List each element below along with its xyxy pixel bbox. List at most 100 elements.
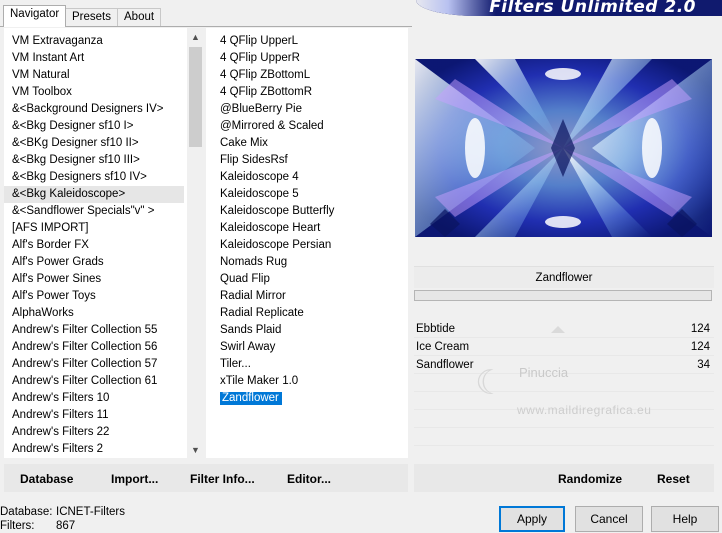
parameter-row-empty (414, 392, 714, 410)
filter-item[interactable]: Kaleidoscope Butterfly (206, 203, 406, 220)
filter-item[interactable]: 4 QFlip ZBottomL (206, 67, 406, 84)
category-item[interactable]: [AFS IMPORT] (4, 220, 184, 237)
category-item[interactable]: Alf's Power Toys (4, 288, 184, 305)
category-item[interactable]: AlphaWorks (4, 305, 184, 322)
apply-button[interactable]: Apply (499, 506, 565, 532)
filter-title: Zandflower (414, 266, 714, 288)
category-item[interactable]: &<Background Designers IV> (4, 101, 184, 118)
app-banner: Filters Unlimited 2.0 (416, 0, 722, 16)
parameter-row-empty (414, 410, 714, 428)
filter-item-label: xTile Maker 1.0 (220, 375, 299, 387)
filter-item-label: @BlueBerry Pie (220, 103, 302, 115)
filter-item-label: 4 QFlip ZBottomL (220, 69, 311, 81)
category-item[interactable]: &<Bkg Designers sf10 IV> (4, 169, 184, 186)
import-button[interactable]: Import... (111, 464, 158, 494)
action-bar-left: Database Import... Filter Info... Editor… (4, 464, 408, 492)
category-item[interactable]: Andrew's Filter Collection 61 (4, 373, 184, 390)
cancel-button[interactable]: Cancel (575, 506, 643, 532)
filter-item[interactable]: Nomads Rug (206, 254, 406, 271)
filter-item[interactable]: Swirl Away (206, 339, 406, 356)
tab-about[interactable]: About (117, 8, 162, 26)
app-title: Filters Unlimited 2.0 (489, 0, 696, 16)
category-item[interactable]: VM Toolbox (4, 84, 184, 101)
filter-item-label: Flip SidesRsf (220, 154, 288, 166)
scroll-up-icon[interactable]: ▲ (187, 28, 202, 45)
filter-item-label: Sands Plaid (220, 324, 282, 336)
filter-item[interactable]: Kaleidoscope Persian (206, 237, 406, 254)
filter-item[interactable]: 4 QFlip UpperR (206, 50, 406, 67)
category-item[interactable]: Andrew's Filter Collection 56 (4, 339, 184, 356)
category-item[interactable]: &<Bkg Designer sf10 III> (4, 152, 184, 169)
filter-item[interactable]: Kaleidoscope Heart (206, 220, 406, 237)
category-item[interactable]: VM Natural (4, 67, 184, 84)
filter-item-label: Kaleidoscope Heart (220, 222, 321, 234)
tab-presets[interactable]: Presets (65, 8, 118, 26)
category-item[interactable]: Alf's Power Sines (4, 271, 184, 288)
filter-list[interactable]: 4 QFlip UpperL 4 QFlip UpperR 4 QFlip ZBot… (206, 28, 408, 458)
filter-item[interactable]: Sands Plaid (206, 322, 406, 339)
filter-item[interactable]: Cake Mix (206, 135, 406, 152)
filter-item-label: Zandflower (220, 392, 282, 405)
category-item[interactable]: Andrew's Filters 22 (4, 424, 184, 441)
filter-item[interactable]: @Mirrored & Scaled (206, 118, 406, 135)
category-item[interactable]: &<BKg Designer sf10 II> (4, 135, 184, 152)
action-bar-right: Randomize Reset (414, 464, 714, 492)
editor-button[interactable]: Editor... (287, 464, 331, 494)
filter-item[interactable]: Radial Mirror (206, 288, 406, 305)
reset-button[interactable]: Reset (657, 464, 690, 494)
category-item[interactable]: Andrew's Filter Collection 57 (4, 356, 184, 373)
filter-item[interactable]: @BlueBerry Pie (206, 101, 406, 118)
footer-info: Database: ICNET-Filters Filters: 867 (0, 506, 125, 532)
category-list[interactable]: VM Extravaganza VM Instant Art VM Natural V… (4, 28, 202, 458)
parameter-name: Sandflower (416, 359, 474, 371)
filter-item-label: Tiler... (220, 358, 251, 370)
category-items: VM Extravaganza VM Instant Art VM Natural V… (4, 33, 184, 458)
help-button[interactable]: Help (651, 506, 719, 532)
parameter-row-empty (414, 374, 714, 392)
category-item[interactable]: Andrew's Filters 10 (4, 390, 184, 407)
filter-info-button[interactable]: Filter Info... (190, 464, 255, 494)
filter-item[interactable]: Radial Replicate (206, 305, 406, 322)
preview-image (415, 59, 712, 237)
filter-item-label: 4 QFlip UpperR (220, 52, 300, 64)
category-item[interactable]: &<Bkg Kaleidoscope> (4, 186, 184, 203)
parameter-row[interactable]: Ice Cream 124 (414, 338, 714, 356)
filter-item-label: Kaleidoscope Butterfly (220, 205, 335, 217)
scroll-thumb[interactable] (189, 47, 202, 147)
parameter-row[interactable]: Sandflower 34 (414, 356, 714, 374)
category-item[interactable]: VM Instant Art (4, 50, 184, 67)
parameter-row-empty (414, 428, 714, 446)
filter-item-label: @Mirrored & Scaled (220, 120, 324, 132)
filter-item[interactable]: 4 QFlip UpperL (206, 33, 406, 50)
randomize-button[interactable]: Randomize (558, 464, 622, 494)
filter-items: 4 QFlip UpperL 4 QFlip UpperR 4 QFlip ZBot… (206, 33, 406, 407)
database-name: ICNET-Filters (56, 506, 125, 518)
category-item[interactable]: Alf's Border FX (4, 237, 184, 254)
parameter-value: 124 (690, 323, 710, 335)
filter-item[interactable]: xTile Maker 1.0 (206, 373, 406, 390)
category-item[interactable]: VM Extravaganza (4, 33, 184, 50)
parameter-value: 124 (690, 341, 710, 353)
filter-item[interactable]: Tiler... (206, 356, 406, 373)
category-scrollbar[interactable]: ▲ ▼ (187, 28, 202, 458)
filter-item[interactable]: Zandflower (206, 390, 406, 407)
scroll-down-icon[interactable]: ▼ (187, 441, 202, 458)
filter-item-label: Radial Replicate (220, 307, 304, 319)
database-button[interactable]: Database (20, 464, 73, 494)
category-item[interactable]: Andrew's Filters 11 (4, 407, 184, 424)
filter-item-label: Radial Mirror (220, 290, 286, 302)
filter-item[interactable]: Quad Flip (206, 271, 406, 288)
filter-count: 867 (56, 520, 76, 532)
filter-item[interactable]: 4 QFlip ZBottomR (206, 84, 406, 101)
slider-marker-icon (551, 326, 565, 333)
category-item[interactable]: Alf's Power Grads (4, 254, 184, 271)
tab-navigator[interactable]: Navigator (3, 5, 67, 27)
filter-item[interactable]: Flip SidesRsf (206, 152, 406, 169)
filter-item[interactable]: Kaleidoscope 4 (206, 169, 406, 186)
parameter-row[interactable]: Ebbtide 124 (414, 320, 714, 338)
category-item[interactable]: Andrew's Filters 2 (4, 441, 184, 458)
category-item[interactable]: &<Sandflower Specials"v" > (4, 203, 184, 220)
category-item[interactable]: Andrew's Filter Collection 55 (4, 322, 184, 339)
filter-item[interactable]: Kaleidoscope 5 (206, 186, 406, 203)
category-item[interactable]: &<Bkg Designer sf10 I> (4, 118, 184, 135)
